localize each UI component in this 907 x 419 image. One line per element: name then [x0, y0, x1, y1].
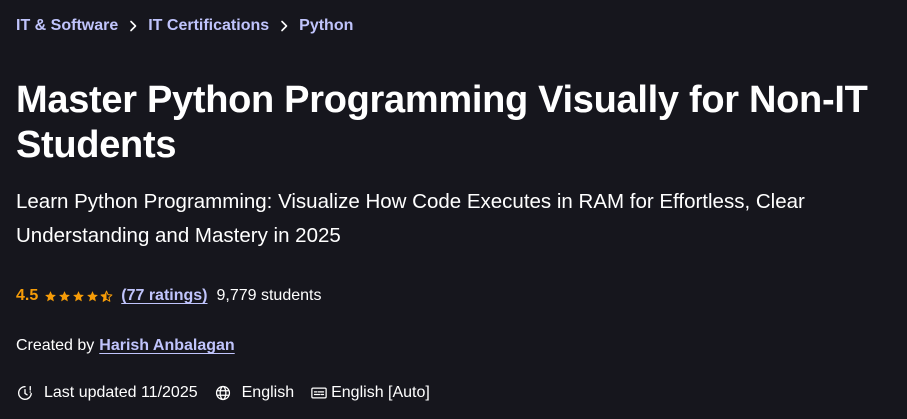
- course-meta-row: Last updated 11/2025 English English [Au…: [16, 382, 446, 404]
- students-count: 9,779 students: [216, 287, 322, 304]
- chevron-right-icon: [269, 20, 299, 32]
- last-updated-text: Last updated 11/2025: [44, 384, 198, 401]
- created-by-row: Created by Harish Anbalagan: [16, 335, 235, 357]
- star-icon: [72, 290, 85, 303]
- alert-clock-icon: [16, 384, 44, 402]
- language-text: English: [241, 384, 295, 401]
- globe-icon: [214, 384, 242, 402]
- author-link[interactable]: Harish Anbalagan: [99, 337, 234, 355]
- closed-captions-icon: [310, 384, 331, 402]
- created-by-label: Created by: [16, 337, 95, 354]
- ratings-count-link[interactable]: (77 ratings): [121, 287, 207, 305]
- course-subtitle: Learn Python Programming: Visualize How …: [16, 190, 805, 247]
- chevron-right-icon: [118, 20, 148, 32]
- course-title: Master Python Programming Visually for N…: [16, 79, 868, 166]
- breadcrumb-item-python[interactable]: Python: [299, 17, 353, 35]
- breadcrumb-item-it-software[interactable]: IT & Software: [16, 17, 118, 35]
- course-captions: English [Auto]: [310, 384, 430, 402]
- star-icon: [44, 290, 57, 303]
- star-half-icon: [100, 290, 113, 303]
- star-rating: [44, 290, 113, 303]
- breadcrumb-item-it-certifications[interactable]: IT Certifications: [148, 17, 269, 35]
- rating-score: 4.5: [16, 287, 39, 304]
- breadcrumb: IT & Software IT Certifications Python: [16, 16, 353, 36]
- star-icon: [58, 290, 71, 303]
- last-updated: Last updated 11/2025: [16, 384, 198, 402]
- rating-row: 4.5 (77 ratings) 9,779 students: [16, 285, 321, 307]
- captions-text: English [Auto]: [331, 384, 430, 401]
- course-language: English: [214, 384, 294, 402]
- star-icon: [86, 290, 99, 303]
